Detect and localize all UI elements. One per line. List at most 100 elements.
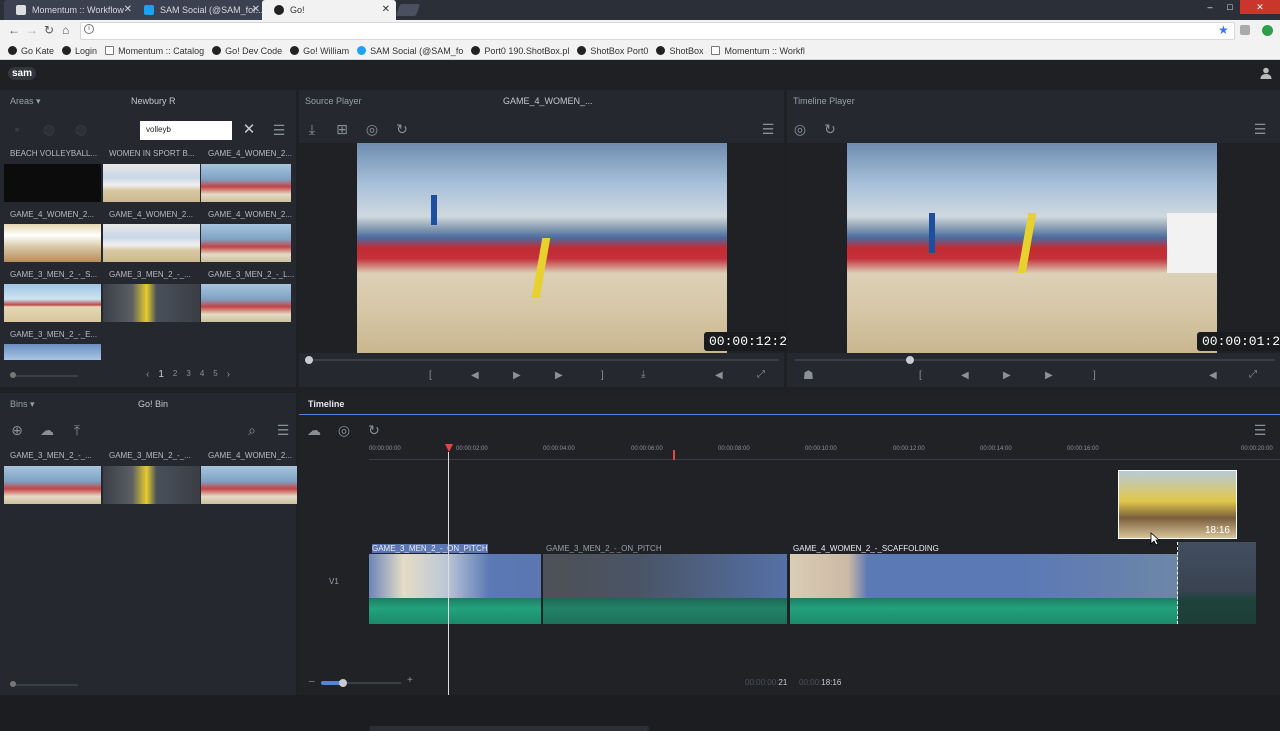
zoom-slider-track[interactable]: [12, 684, 78, 686]
next-page-icon[interactable]: ›: [227, 369, 230, 380]
close-tab-icon[interactable]: ✕: [124, 0, 132, 20]
close-window-icon[interactable]: ✕: [1240, 0, 1280, 14]
mark-in-icon[interactable]: [: [429, 370, 432, 381]
bookmark-star-icon[interactable]: ★: [1218, 23, 1229, 37]
step-forward-icon[interactable]: ▶: [1045, 370, 1053, 381]
timeline-clip[interactable]: GAME_3_MEN_2_-_ON_PITCH: [543, 542, 787, 624]
volume-icon[interactable]: ◀: [715, 370, 723, 381]
volume-icon[interactable]: ◀: [1209, 370, 1217, 381]
asset-thumbnail[interactable]: [4, 344, 101, 360]
asset-thumbnail[interactable]: [201, 164, 291, 202]
page-2[interactable]: 2: [173, 369, 177, 380]
insert-down-icon[interactable]: ⤓: [641, 369, 645, 380]
menu-icon[interactable]: ☰: [274, 422, 292, 440]
history-icon[interactable]: ↻: [393, 121, 411, 139]
prev-page-icon[interactable]: ‹: [146, 369, 149, 380]
bookmark-item[interactable]: SAM Social (@SAM_fo: [357, 42, 463, 59]
broadcast-icon[interactable]: ◎: [363, 121, 381, 139]
add-icon[interactable]: ⊕: [8, 422, 26, 440]
upload-icon[interactable]: ⤒: [68, 422, 86, 440]
forward-icon[interactable]: →: [26, 23, 38, 37]
home-icon[interactable]: ⌂: [62, 23, 69, 37]
areas-location[interactable]: Newbury R: [131, 90, 176, 112]
bookmark-item[interactable]: ShotBox: [656, 42, 703, 59]
info-icon[interactable]: i: [84, 24, 94, 34]
timeline-zoom-handle[interactable]: [339, 679, 347, 687]
page-1[interactable]: 1: [158, 369, 164, 380]
mark-out-icon[interactable]: ]: [1093, 370, 1096, 381]
broadcast-icon[interactable]: ◎: [791, 121, 809, 139]
new-tab-button[interactable]: [395, 4, 421, 16]
bin-name[interactable]: Go! Bin: [138, 393, 168, 415]
bookmark-item[interactable]: Login: [62, 42, 97, 59]
play-icon[interactable]: ▶: [513, 370, 521, 381]
playhead-line[interactable]: [448, 452, 449, 695]
step-forward-icon[interactable]: ▶: [555, 370, 563, 381]
history-icon[interactable]: ↻: [821, 121, 839, 139]
upload-cloud-icon[interactable]: ☁: [38, 422, 56, 440]
zoom-in-icon[interactable]: +: [407, 675, 413, 686]
asset-thumbnail[interactable]: [103, 284, 200, 322]
mark-in-icon[interactable]: [: [919, 370, 922, 381]
timeline-clip[interactable]: GAME_3_MEN_2_-_ON_PITCH: [369, 542, 541, 624]
page-3[interactable]: 3: [186, 369, 190, 380]
areas-title[interactable]: Areas ▾: [10, 90, 41, 112]
bin-thumbnail[interactable]: [103, 466, 200, 504]
timeline-scrub-handle[interactable]: [906, 356, 914, 364]
timeline-ruler[interactable]: 00:00:00:00 00:00:02:00 00:00:04:00 00:0…: [369, 438, 1280, 460]
fullscreen-icon[interactable]: ⤢: [1249, 369, 1257, 380]
timeline-horizontal-scrollbar[interactable]: [369, 726, 649, 731]
bin-thumbnail[interactable]: [201, 466, 297, 504]
asset-thumbnail[interactable]: [4, 224, 101, 262]
timeline-video-frame[interactable]: [847, 143, 1217, 353]
bookmark-item[interactable]: Momentum :: Catalog: [105, 42, 204, 59]
zoom-slider-handle[interactable]: [10, 372, 16, 378]
bins-title[interactable]: Bins ▾: [10, 393, 35, 415]
grid-icon[interactable]: ⊞: [333, 121, 351, 139]
bin-thumbnail[interactable]: [4, 466, 101, 504]
back-icon[interactable]: ←: [8, 23, 20, 37]
browser-tab-sam-social[interactable]: SAM Social (@SAM_for... ✕: [132, 0, 266, 20]
timeline-scrub-bar[interactable]: [795, 359, 1275, 361]
source-scrub-bar[interactable]: [309, 359, 779, 361]
bookmark-item[interactable]: Go! Dev Code: [212, 42, 282, 59]
asset-thumbnail[interactable]: [4, 164, 101, 202]
search-input[interactable]: volleyb: [140, 121, 232, 140]
browser-tab-momentum-workflow[interactable]: Momentum :: Workflow ✕: [4, 0, 138, 20]
voiceover-icon[interactable]: ☗: [803, 368, 814, 382]
source-video-frame[interactable]: [357, 143, 727, 353]
menu-icon[interactable]: ☰: [759, 121, 777, 139]
asset-thumbnail[interactable]: [4, 284, 101, 322]
zoom-out-icon[interactable]: –: [309, 676, 315, 687]
page-5[interactable]: 5: [213, 369, 217, 380]
menu-icon[interactable]: ☰: [1251, 121, 1269, 139]
source-scrub-handle[interactable]: [305, 356, 313, 364]
maximize-icon[interactable]: □: [1220, 0, 1240, 14]
upload-cloud-icon[interactable]: ☁: [305, 422, 323, 440]
close-tab-icon[interactable]: ✕: [252, 0, 260, 20]
timeline-clip[interactable]: GAME_4_WOMEN_2_-_SCAFFOLDING: [790, 542, 1178, 624]
mark-out-icon[interactable]: ]: [601, 370, 604, 381]
browser-tab-go[interactable]: Go! ✕: [262, 0, 396, 20]
extension-icon[interactable]: [1240, 25, 1250, 35]
extension-icon[interactable]: [1262, 25, 1273, 36]
bookmark-item[interactable]: Port0 190.ShotBox.pl: [471, 42, 569, 59]
zoom-slider-handle[interactable]: [10, 681, 16, 687]
step-back-icon[interactable]: ◀: [961, 370, 969, 381]
clear-search-icon[interactable]: ✕: [240, 122, 258, 140]
download-icon[interactable]: ⤓: [303, 121, 321, 139]
asset-thumbnail[interactable]: [201, 224, 291, 262]
close-tab-icon[interactable]: ✕: [382, 0, 390, 20]
bookmark-item[interactable]: Momentum :: Workfl: [711, 42, 805, 59]
reload-icon[interactable]: ↻: [44, 23, 54, 37]
broadcast-icon[interactable]: ◎: [335, 422, 353, 440]
play-icon[interactable]: ▶: [1003, 370, 1011, 381]
playhead-marker[interactable]: [445, 444, 453, 452]
bookmark-item[interactable]: Go Kate: [8, 42, 54, 59]
search-icon[interactable]: ⌕: [243, 422, 261, 440]
asset-thumbnail[interactable]: [103, 224, 200, 262]
fullscreen-icon[interactable]: ⤢: [757, 369, 765, 380]
bookmark-item[interactable]: ShotBox Port0: [577, 42, 648, 59]
url-input[interactable]: [80, 22, 1235, 40]
asset-thumbnail[interactable]: [201, 284, 291, 322]
